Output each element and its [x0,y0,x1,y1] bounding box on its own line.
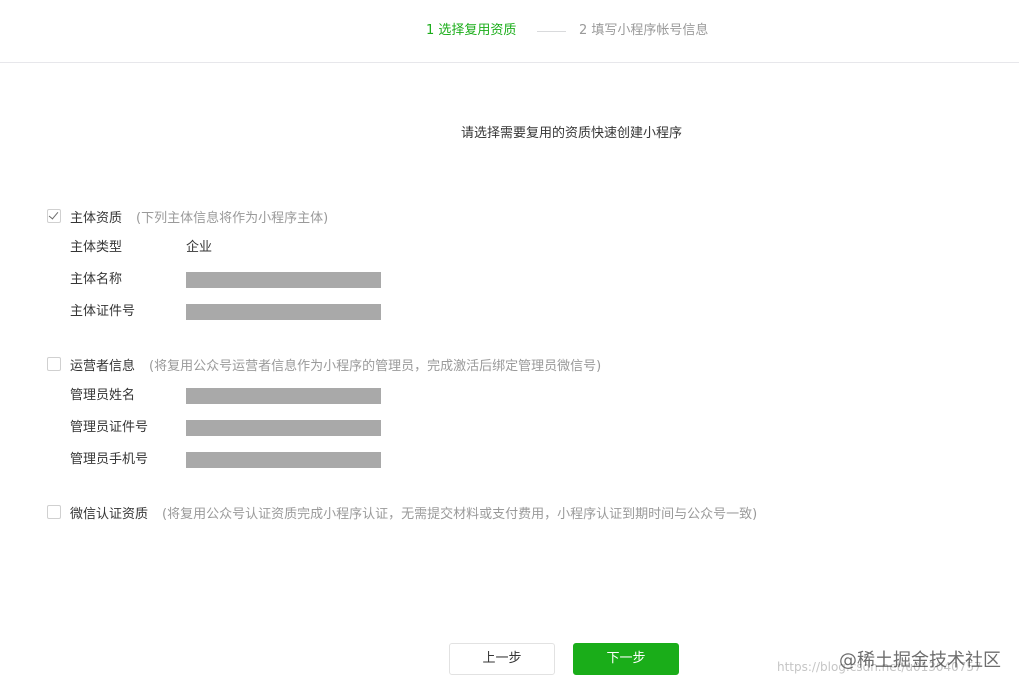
admin-id-label: 管理员证件号 [70,420,149,435]
page: 1 选择复用资质 2 填写小程序帐号信息 请选择需要复用的资质快速创建小程序 主… [0,0,1019,688]
wechat-cert-title: 微信认证资质 [70,506,149,522]
prev-step-button[interactable]: 上一步 [449,643,555,675]
subject-type-label: 主体类型 [70,240,123,255]
subject-checkbox[interactable] [47,209,61,223]
admin-name-label: 管理员姓名 [70,388,136,403]
wechat-cert-section-header: 微信认证资质 (将复用公众号认证资质完成小程序认证，无需提交材料或支付费用，小程… [47,503,758,522]
page-subtitle: 请选择需要复用的资质快速创建小程序 [460,126,682,141]
admin-phone-label: 管理员手机号 [70,452,149,467]
wechat-cert-note: (将复用公众号认证资质完成小程序认证，无需提交材料或支付费用，小程序认证到期时间… [162,506,758,522]
step-2-fill-account-info: 2 填写小程序帐号信息 [579,23,709,38]
admin-phone-redacted [186,452,381,468]
subject-section-header: 主体资质 (下列主体信息将作为小程序主体) [47,207,329,226]
subject-name-redacted [186,272,381,288]
admin-id-redacted [186,420,381,436]
subject-id-label: 主体证件号 [70,304,136,319]
subject-type-value: 企业 [186,240,213,255]
next-step-button[interactable]: 下一步 [573,643,679,675]
subject-name-label: 主体名称 [70,272,123,287]
subject-title: 主体资质 [70,210,123,226]
subject-note: (下列主体信息将作为小程序主体) [136,210,329,226]
step-indicator: 1 选择复用资质 2 填写小程序帐号信息 [0,0,1019,63]
operator-note: (将复用公众号运营者信息作为小程序的管理员，完成激活后绑定管理员微信号) [149,358,602,374]
admin-name-redacted [186,388,381,404]
step-divider [537,31,566,32]
subject-id-redacted [186,304,381,320]
wechat-cert-checkbox[interactable] [47,505,61,519]
watermark-brand: @稀土掘金技术社区 [839,650,1001,671]
operator-checkbox[interactable] [47,357,61,371]
step-1-select-qualification: 1 选择复用资质 [426,23,517,38]
operator-section-header: 运营者信息 (将复用公众号运营者信息作为小程序的管理员，完成激活后绑定管理员微信… [47,355,602,374]
operator-title: 运营者信息 [70,358,136,374]
